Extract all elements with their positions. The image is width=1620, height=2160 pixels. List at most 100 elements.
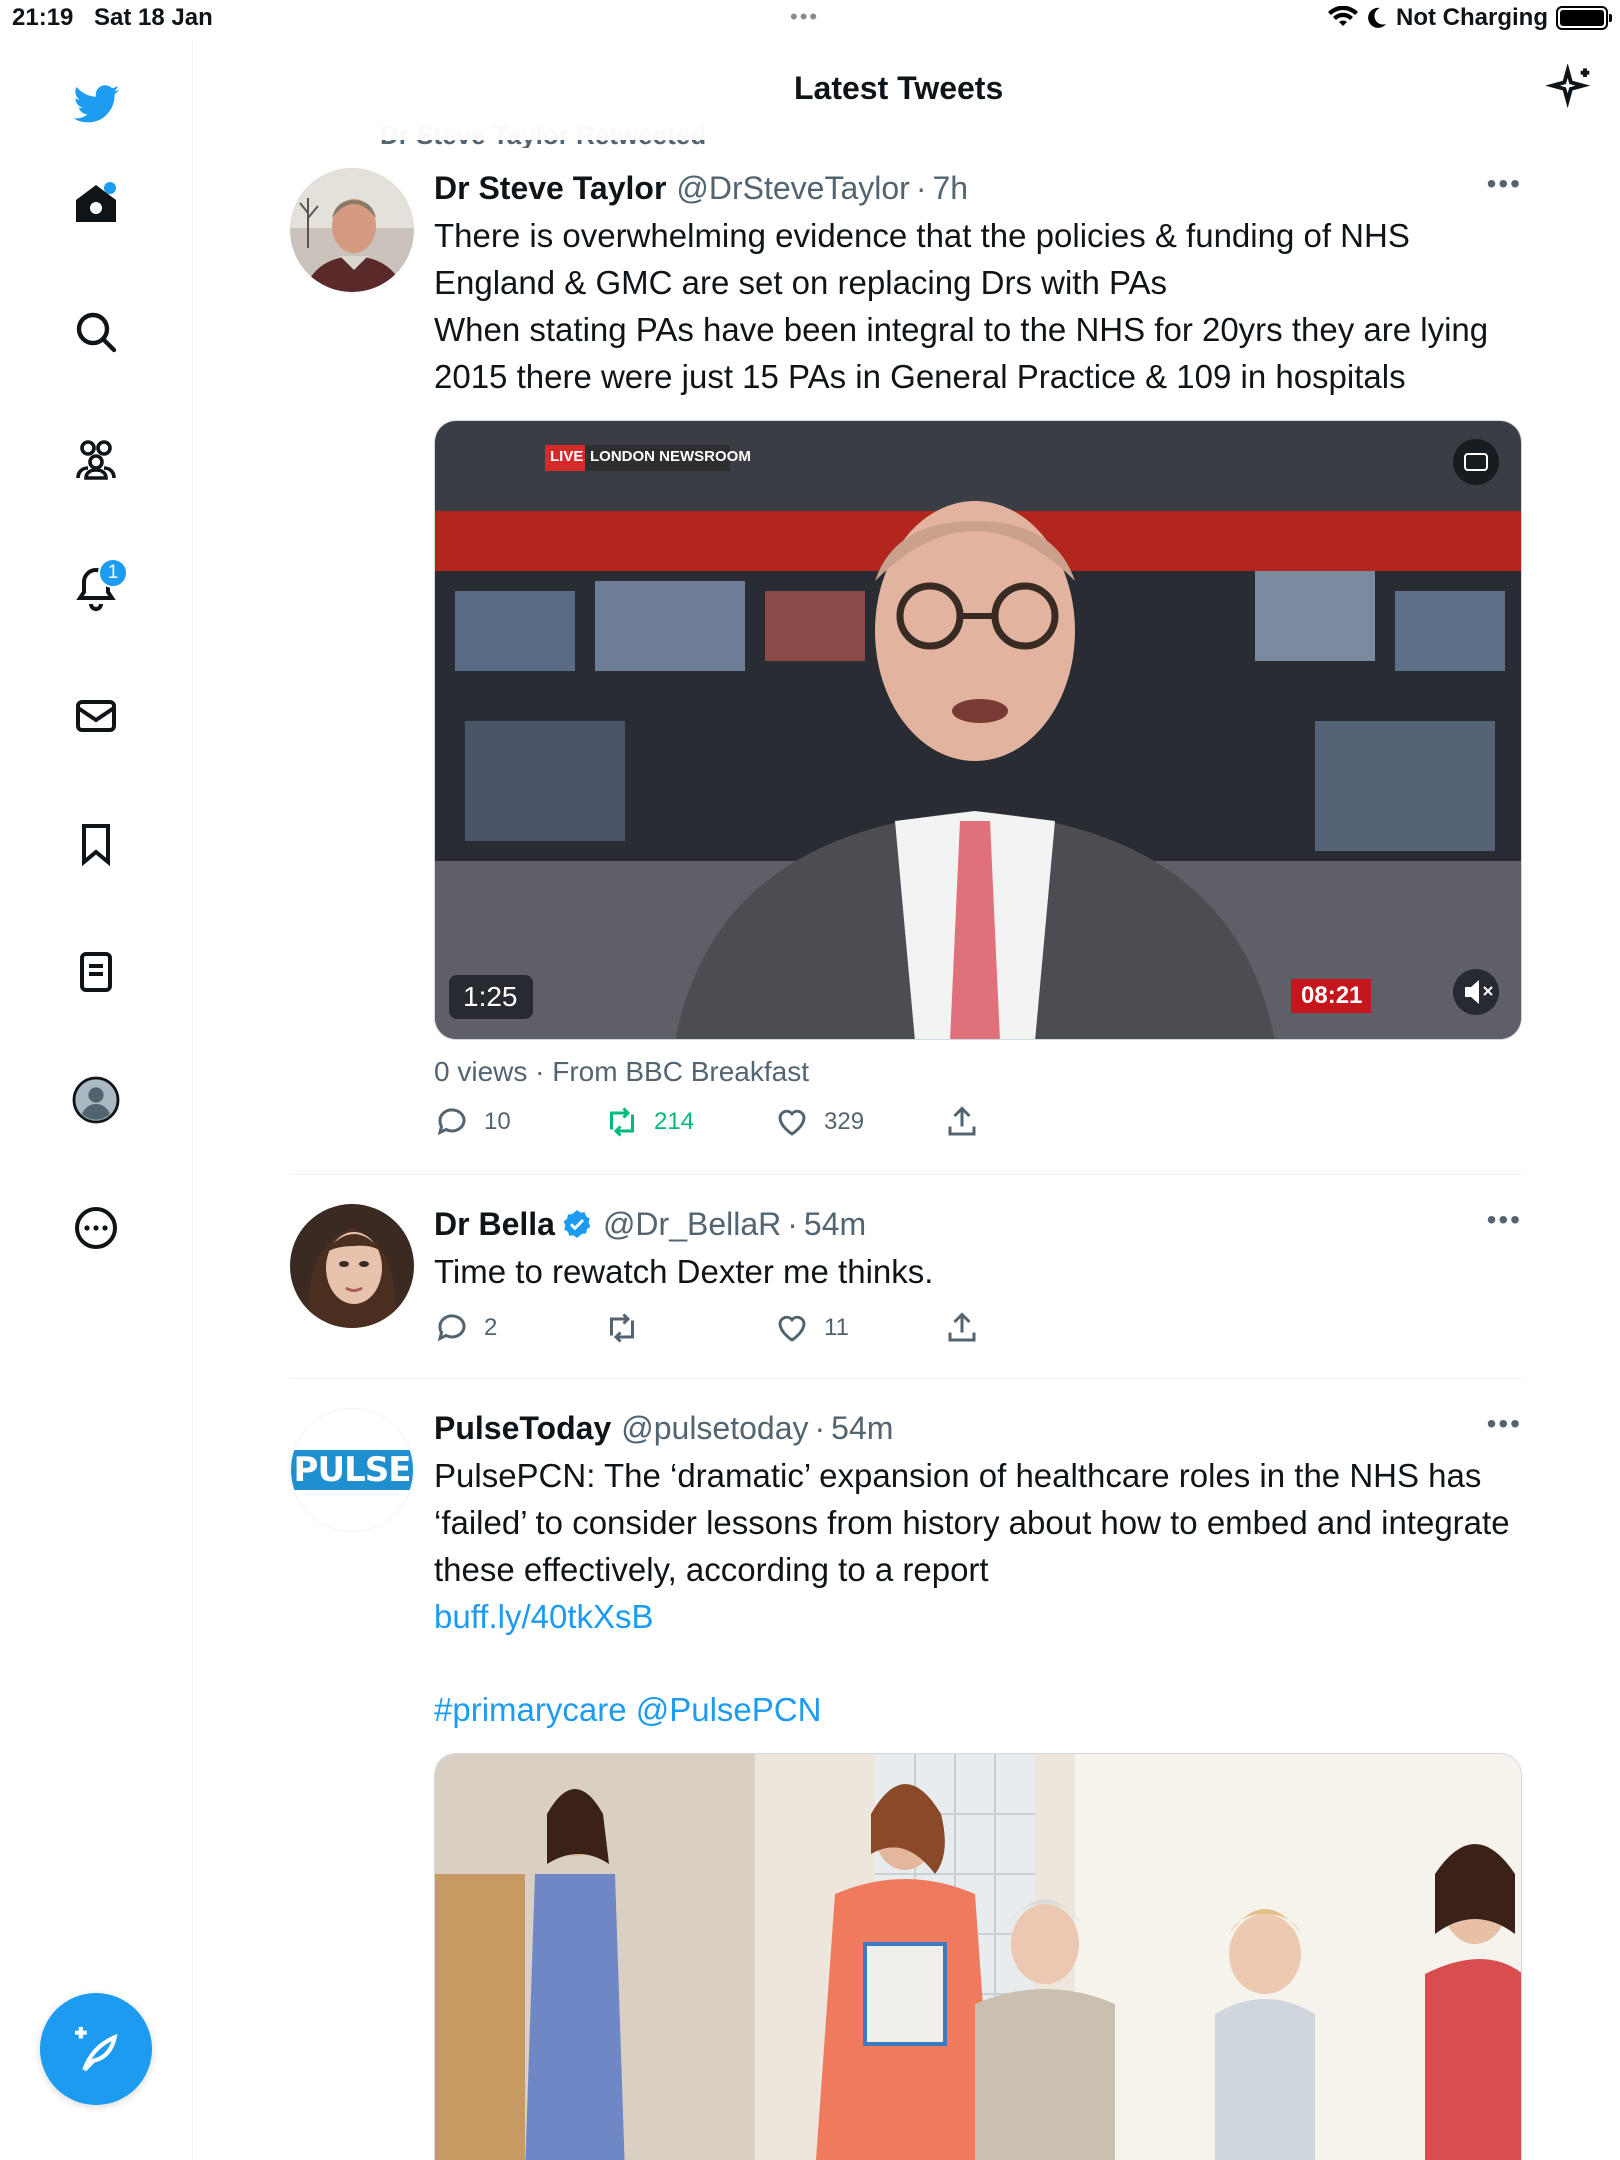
tweet[interactable]: PULSE PulseToday @pulsetoday · 54m ••• P… <box>290 1408 1522 2160</box>
author-handle[interactable]: @Dr_BellaR <box>603 1204 781 1244</box>
lists-icon <box>80 952 112 992</box>
twitter-logo[interactable] <box>60 68 132 140</box>
nav-more[interactable] <box>60 1192 132 1264</box>
avatar[interactable] <box>290 168 414 292</box>
timeline-header: Latest Tweets <box>194 40 1620 140</box>
twitter-logo-icon <box>73 85 120 123</box>
sparkle-icon[interactable] <box>1546 64 1598 116</box>
nav-home[interactable] <box>60 168 132 240</box>
nav-profile[interactable] <box>60 1064 132 1136</box>
share-icon <box>948 1106 976 1136</box>
multitasking-dots[interactable]: ••• <box>790 4 819 30</box>
tweet-body: Dr Bella @Dr_BellaR · 54m ••• Time to re… <box>434 1204 1522 1343</box>
nav-messages[interactable] <box>60 680 132 752</box>
tweet-header: Dr Steve Taylor @DrSteveTaylor · 7h <box>434 168 1522 208</box>
nav-notifications[interactable]: 1 <box>60 552 132 624</box>
retweet-button[interactable] <box>604 1310 774 1346</box>
share-icon <box>948 1312 976 1342</box>
moon-icon <box>1368 7 1387 28</box>
tweet-time[interactable]: 54m <box>831 1408 893 1448</box>
avatar[interactable]: PULSE <box>290 1408 414 1532</box>
status-time: 21:19 <box>12 4 74 31</box>
compose-tweet-button[interactable] <box>40 1993 152 2105</box>
broadcast-clock: 08:21 <box>1301 982 1363 1009</box>
nav-search[interactable] <box>60 296 132 368</box>
compose-icon <box>75 2026 118 2072</box>
bookmark-icon <box>82 824 110 867</box>
status-indicators: Not Charging <box>1328 4 1612 32</box>
video-frame <box>435 421 1521 1039</box>
author-handle[interactable]: @pulsetoday <box>621 1408 808 1448</box>
separator: · <box>787 1206 798 1242</box>
retweet-button[interactable]: 214 <box>604 1104 774 1140</box>
retweet-icon <box>610 1313 634 1343</box>
status-date: Sat 18 Jan <box>94 4 213 31</box>
communities-icon <box>76 440 116 480</box>
nav-lists[interactable] <box>60 936 132 1008</box>
status-bar: 21:19 Sat 18 Jan ••• Not Charging <box>0 0 1620 40</box>
heart-icon <box>778 1109 806 1136</box>
share-button[interactable] <box>944 1104 1114 1140</box>
tweet[interactable]: Dr Steve Taylor @DrSteveTaylor · 7h ••• … <box>290 168 1522 1148</box>
like-button[interactable]: 329 <box>774 1104 944 1140</box>
like-count: 329 <box>824 1108 865 1135</box>
heart-icon <box>778 1315 806 1342</box>
verified-badge-icon <box>563 1210 591 1238</box>
tweet-more-button[interactable]: ••• <box>1487 1204 1522 1236</box>
tweet-actions: 2 11 <box>434 1310 1114 1346</box>
reply-button[interactable]: 2 <box>434 1310 604 1346</box>
tweet-more-button[interactable]: ••• <box>1487 1408 1522 1440</box>
home-unread-dot <box>104 182 116 194</box>
wifi-icon <box>1328 6 1359 26</box>
tweet-image[interactable] <box>434 1753 1522 2160</box>
tweet-text: There is overwhelming evidence that the … <box>434 217 1489 395</box>
tweet-text: Time to rewatch Dexter me thinks. <box>434 1253 934 1290</box>
tweet-more-button[interactable]: ••• <box>1487 168 1522 200</box>
channel-label: LONDON NEWSROOM <box>590 448 751 465</box>
reply-count: 10 <box>484 1108 511 1135</box>
reply-icon <box>437 1108 466 1136</box>
author-name[interactable]: PulseToday <box>434 1408 611 1448</box>
captions-button[interactable] <box>1453 439 1499 485</box>
video-player[interactable]: LIVE LONDON NEWSROOM 1:25 08:21 <box>434 420 1522 1040</box>
avatar-logo-text: PULSE <box>291 1450 413 1490</box>
search-icon <box>76 312 117 353</box>
author-name[interactable]: Dr Steve Taylor <box>434 168 666 208</box>
tweet-link[interactable]: buff.ly/40tkXsB <box>434 1593 1522 1640</box>
nav-communities[interactable] <box>60 424 132 496</box>
tweet-actions: 10 214 329 <box>434 1104 1114 1140</box>
share-button[interactable] <box>944 1310 1114 1346</box>
retweet-count: 214 <box>654 1108 695 1135</box>
page-title: Latest Tweets <box>794 70 1004 106</box>
mail-icon <box>76 700 116 732</box>
retweet-icon <box>610 1107 634 1137</box>
battery-icon <box>1556 6 1612 30</box>
tweet-tags[interactable]: #primarycare @PulsePCN <box>434 1686 1522 1733</box>
reply-count: 2 <box>484 1314 498 1341</box>
nav-bookmarks[interactable] <box>60 808 132 880</box>
like-count: 11 <box>824 1314 849 1341</box>
tweet-time[interactable]: 7h <box>932 168 968 208</box>
sidebar: 1 <box>0 40 193 2160</box>
tweet-body: Dr Steve Taylor @DrSteveTaylor · 7h ••• … <box>434 168 1522 1137</box>
video-duration: 1:25 <box>463 981 518 1012</box>
tweet-photo <box>435 1754 1521 2160</box>
charging-status: Not Charging <box>1396 4 1548 31</box>
tweet-header: Dr Bella @Dr_BellaR · 54m <box>434 1204 1522 1244</box>
profile-icon <box>72 1076 120 1124</box>
mute-button[interactable] <box>1453 969 1499 1015</box>
view-count: 0 views · From BBC Breakfast <box>434 1056 809 1087</box>
author-handle[interactable]: @DrSteveTaylor <box>676 168 909 208</box>
more-icon <box>75 1207 117 1249</box>
separator: · <box>814 1410 826 1446</box>
tweet-divider <box>290 1174 1522 1175</box>
like-button[interactable]: 11 <box>774 1310 944 1346</box>
tweet-time[interactable]: 54m <box>804 1204 866 1244</box>
reply-icon <box>437 1314 466 1342</box>
avatar[interactable] <box>290 1204 414 1328</box>
reply-button[interactable]: 10 <box>434 1104 604 1140</box>
author-name[interactable]: Dr Bella <box>434 1204 555 1244</box>
notification-badge: 1 <box>98 558 128 588</box>
tweet-header: PulseToday @pulsetoday · 54m <box>434 1408 1522 1448</box>
tweet[interactable]: Dr Bella @Dr_BellaR · 54m ••• Time to re… <box>290 1204 1522 1364</box>
